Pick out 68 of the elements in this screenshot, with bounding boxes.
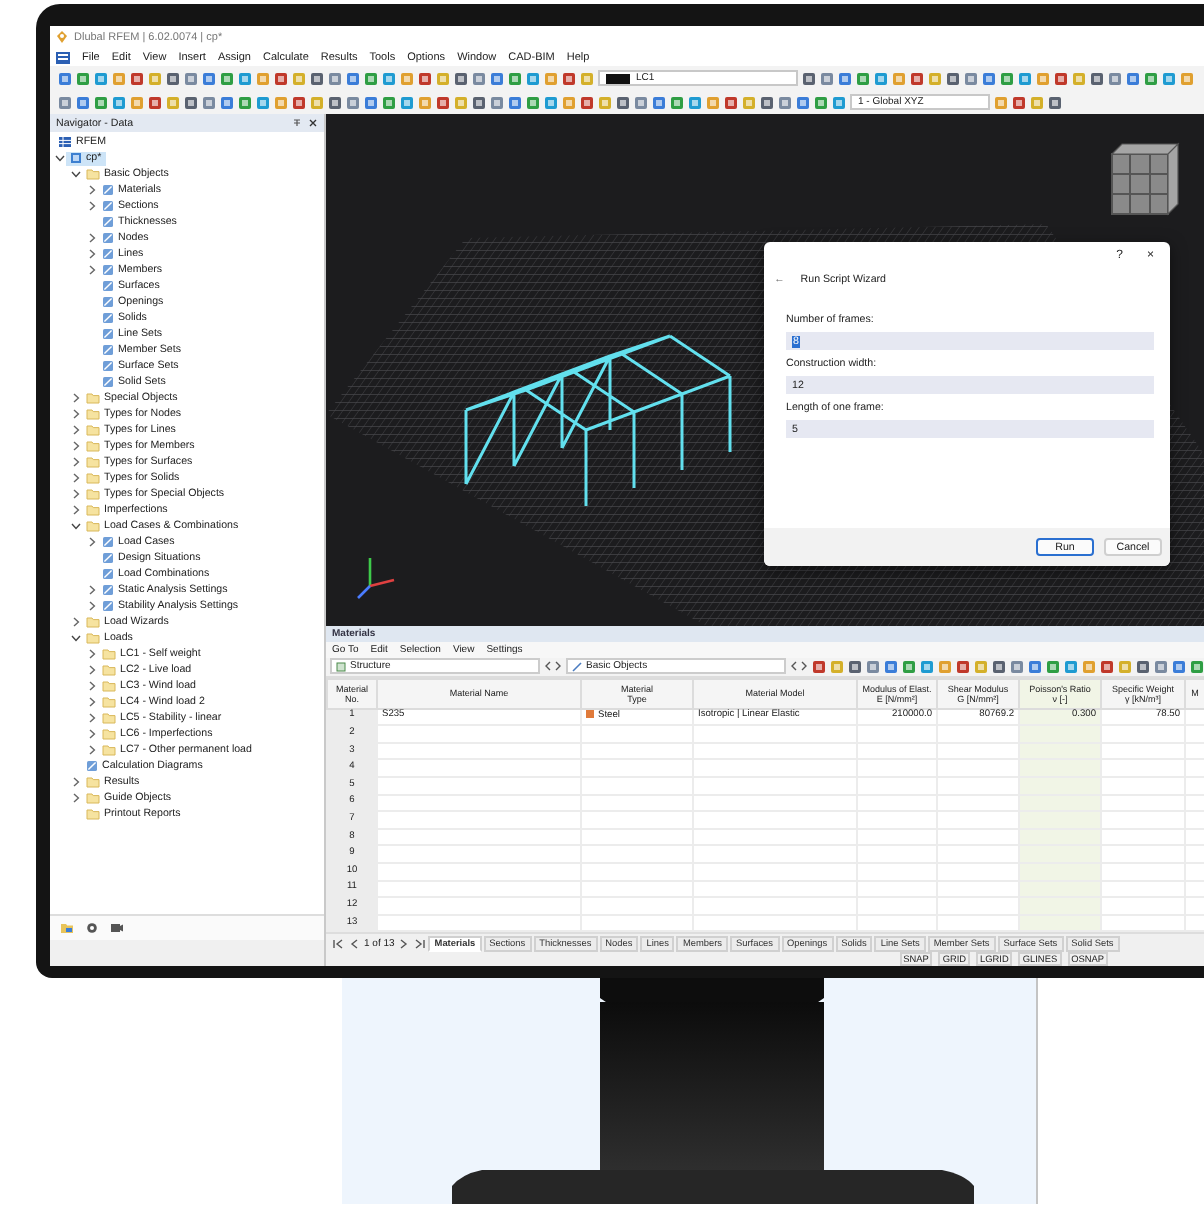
prev-next-icon[interactable]: [790, 660, 808, 673]
item-icon: [102, 376, 114, 388]
item-icon: [102, 344, 114, 356]
chevron-down-icon[interactable]: [70, 520, 82, 532]
item-icon: [102, 552, 114, 564]
first-page-icon[interactable]: [332, 937, 346, 949]
previous-page-icon[interactable]: [348, 937, 362, 949]
view-cube-icon[interactable]: [1110, 142, 1180, 216]
chevron-right-icon[interactable]: [86, 184, 98, 196]
pin-icon[interactable]: [292, 118, 302, 128]
chevron-down-icon[interactable]: [70, 168, 82, 180]
chevron-right-icon[interactable]: [70, 504, 82, 516]
chevron-right-icon[interactable]: [70, 776, 82, 788]
item-icon: [102, 328, 114, 340]
item-icon: [102, 248, 114, 260]
model-icon: [70, 152, 82, 164]
chevron-right-icon[interactable]: [86, 232, 98, 244]
item-icon: [102, 312, 114, 324]
close-icon[interactable]: [308, 118, 318, 128]
chevron-right-icon[interactable]: [70, 488, 82, 500]
chevron-right-icon[interactable]: [70, 456, 82, 468]
item-icon: [102, 216, 114, 228]
item-icon: [102, 184, 114, 196]
chevron-right-icon[interactable]: [86, 200, 98, 212]
chevron-right-icon[interactable]: [86, 664, 98, 676]
chevron-right-icon[interactable]: [70, 472, 82, 484]
data-tab-icon[interactable]: [60, 922, 74, 934]
chevron-right-icon[interactable]: [86, 248, 98, 260]
item-icon: [102, 232, 114, 244]
chevron-right-icon[interactable]: [86, 600, 98, 612]
chevron-right-icon[interactable]: [70, 616, 82, 628]
item-icon: [102, 264, 114, 276]
axes-icon: [357, 558, 395, 599]
display-tab-icon[interactable]: [86, 922, 98, 934]
chevron-down-icon[interactable]: [70, 632, 82, 644]
chevron-right-icon[interactable]: [86, 536, 98, 548]
item-icon: [102, 536, 114, 548]
chevron-right-icon[interactable]: [86, 648, 98, 660]
prev-next-icon[interactable]: [544, 660, 562, 673]
material-color-icon: [586, 710, 594, 719]
chevron-right-icon[interactable]: [86, 744, 98, 756]
camera-tab-icon[interactable]: [110, 922, 124, 934]
last-page-icon[interactable]: [412, 937, 427, 949]
table-icon: [336, 661, 346, 672]
chevron-right-icon[interactable]: [86, 728, 98, 740]
chevron-right-icon[interactable]: [86, 680, 98, 692]
chevron-right-icon[interactable]: [86, 264, 98, 276]
item-icon: [102, 584, 114, 596]
chevron-down-icon[interactable]: [54, 152, 66, 164]
item-icon: [102, 280, 114, 292]
chevron-right-icon[interactable]: [86, 696, 98, 708]
chevron-right-icon[interactable]: [70, 408, 82, 420]
app-menu-icon[interactable]: [56, 51, 70, 63]
line-icon: [572, 661, 582, 672]
chevron-right-icon[interactable]: [70, 792, 82, 804]
next-page-icon[interactable]: [396, 937, 411, 949]
item-icon: [102, 296, 114, 308]
chevron-right-icon[interactable]: [70, 440, 82, 452]
item-icon: [102, 200, 114, 212]
chevron-right-icon[interactable]: [70, 424, 82, 436]
grid-icon: [58, 136, 72, 148]
item-icon: [102, 600, 114, 612]
item-icon: [86, 760, 98, 772]
item-icon: [102, 568, 114, 580]
chevron-right-icon[interactable]: [70, 392, 82, 404]
item-icon: [102, 360, 114, 372]
chevron-right-icon[interactable]: [86, 584, 98, 596]
chevron-right-icon[interactable]: [86, 712, 98, 724]
